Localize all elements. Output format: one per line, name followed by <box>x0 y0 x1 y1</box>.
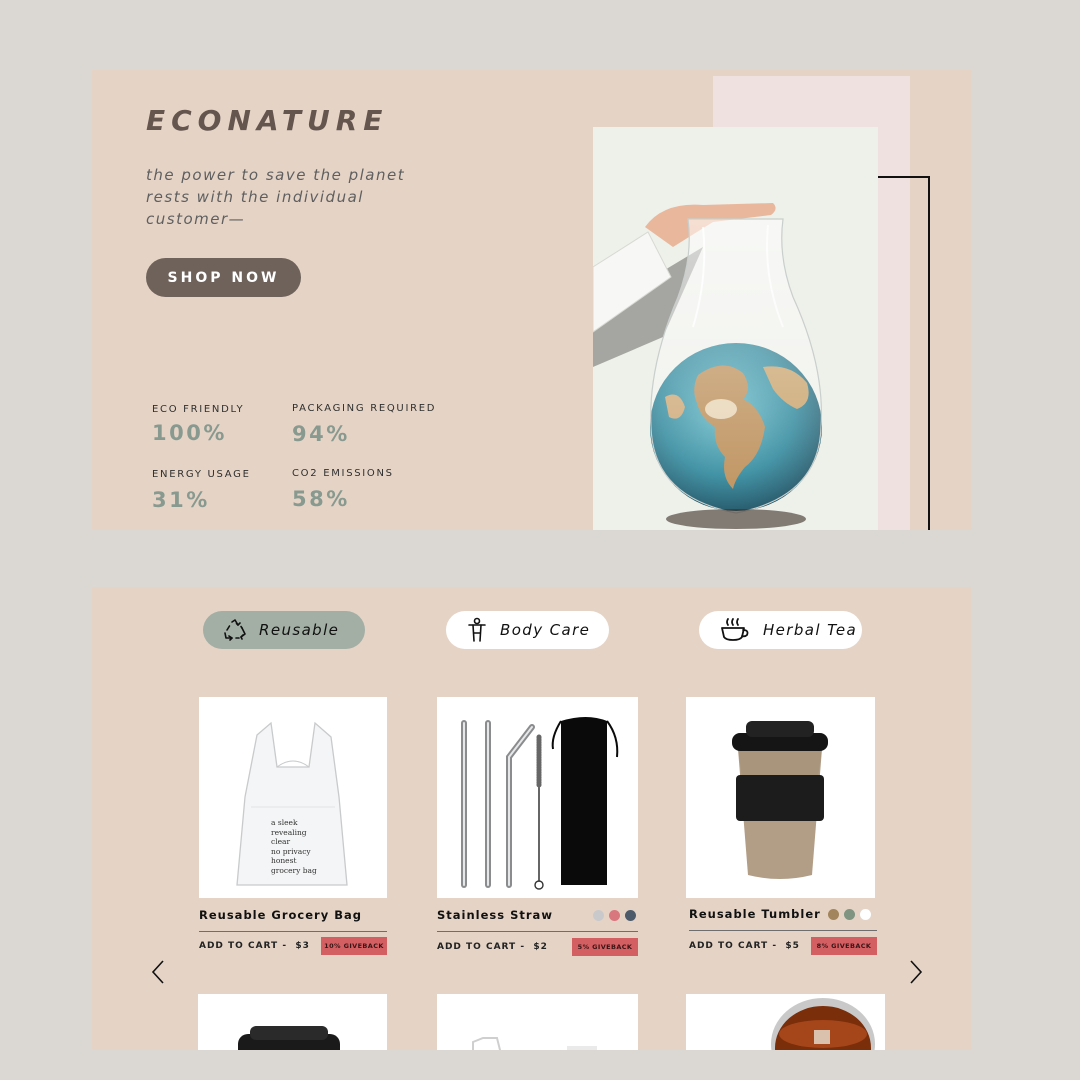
product-price: $5 <box>785 941 800 951</box>
giveback-badge: 10% GIVEBACK <box>321 937 387 955</box>
stat-energy-usage: ENERGY USAGE 31% <box>152 469 251 512</box>
color-swatch[interactable] <box>844 909 855 920</box>
bag-print-line: honest <box>271 856 297 865</box>
stat-value: 58% <box>292 487 350 511</box>
color-swatches <box>828 909 871 920</box>
category-label: Reusable <box>259 621 340 639</box>
product-divider <box>689 930 877 931</box>
straw-set-image <box>461 717 619 890</box>
color-swatch[interactable] <box>828 909 839 920</box>
color-swatch[interactable] <box>625 910 636 921</box>
add-to-cart-button[interactable]: ADD TO CART - $3 <box>199 941 310 951</box>
add-to-cart-button[interactable]: ADD TO CART - $2 <box>437 942 548 952</box>
stat-value: 100% <box>152 421 227 445</box>
add-to-cart-button[interactable]: ADD TO CART - $5 <box>689 941 800 951</box>
category-label: Herbal Tea <box>763 621 858 639</box>
person-icon <box>468 617 486 642</box>
giveback-badge: 5% GIVEBACK <box>572 938 638 956</box>
product-name[interactable]: Reusable Grocery Bag <box>199 908 362 922</box>
color-swatches <box>593 910 636 921</box>
chevron-left-icon[interactable] <box>150 959 166 985</box>
product-image-tumbler[interactable] <box>686 697 875 898</box>
add-to-cart-label: ADD TO CART - <box>437 942 526 952</box>
product-image-grocery-bag[interactable]: a sleek revealing clear no privacy hones… <box>199 697 387 898</box>
decorative-outline-frame <box>878 176 930 530</box>
stat-label: ECO FRIENDLY <box>152 404 245 415</box>
giveback-badge: 8% GIVEBACK <box>811 937 877 955</box>
tea-cup-icon <box>721 618 749 641</box>
stat-label: PACKAGING REQUIRED <box>292 403 437 414</box>
stat-label: ENERGY USAGE <box>152 469 251 480</box>
stat-packaging-required: PACKAGING REQUIRED 94% <box>292 403 436 446</box>
product-divider <box>437 931 638 932</box>
product-image-straw[interactable] <box>437 697 638 898</box>
brand-title: ECONATURE <box>146 104 389 137</box>
tumbler-lid-image <box>238 1026 340 1050</box>
category-tab-herbal-tea[interactable]: Herbal Tea <box>699 611 862 649</box>
category-tab-reusable[interactable]: Reusable <box>203 611 365 649</box>
product-name[interactable]: Reusable Tumbler <box>689 907 821 921</box>
category-tab-body-care[interactable]: Body Care <box>446 611 609 649</box>
chevron-right-icon[interactable] <box>908 959 924 985</box>
stat-eco-friendly: ECO FRIENDLY 100% <box>152 404 244 445</box>
bag-print-line: grocery bag <box>271 865 317 875</box>
bag-print-line: a sleek <box>271 818 298 827</box>
category-label: Body Care <box>500 621 591 639</box>
shop-now-button[interactable]: SHOP NOW <box>146 258 301 297</box>
product-price: $2 <box>533 942 548 952</box>
product-image-next-row[interactable] <box>686 994 885 1050</box>
color-swatch[interactable] <box>860 909 871 920</box>
recycle-icon <box>224 619 246 641</box>
product-divider <box>199 931 387 932</box>
hero-banner: ECONATURE the power to save the planet r… <box>92 70 971 530</box>
bag-print-line: revealing <box>271 827 307 837</box>
color-swatch[interactable] <box>593 910 604 921</box>
hero-tagline: the power to save the planet rests with … <box>146 166 406 228</box>
add-to-cart-label: ADD TO CART - <box>689 941 778 951</box>
stat-value: 31% <box>152 488 210 512</box>
product-price: $3 <box>295 941 310 951</box>
stat-value: 94% <box>292 422 350 446</box>
globe-in-plastic-bag-photo <box>593 127 878 530</box>
tumbler-image <box>732 721 828 879</box>
product-image-next-row[interactable] <box>437 994 638 1050</box>
bag-print-line: no privacy <box>271 846 311 856</box>
product-showcase: Reusable Body Care Herbal Tea a sleek re… <box>92 587 971 1050</box>
stat-co2-emissions: CO2 EMISSIONS 58% <box>292 468 394 511</box>
color-swatch[interactable] <box>609 910 620 921</box>
stat-label: CO2 EMISSIONS <box>292 468 394 479</box>
bag-print-line: clear <box>271 837 291 846</box>
iced-tea-glass-image <box>771 998 875 1050</box>
container-image <box>472 1037 597 1050</box>
product-image-next-row[interactable] <box>198 994 387 1050</box>
add-to-cart-label: ADD TO CART - <box>199 941 288 951</box>
product-name[interactable]: Stainless Straw <box>437 908 553 922</box>
